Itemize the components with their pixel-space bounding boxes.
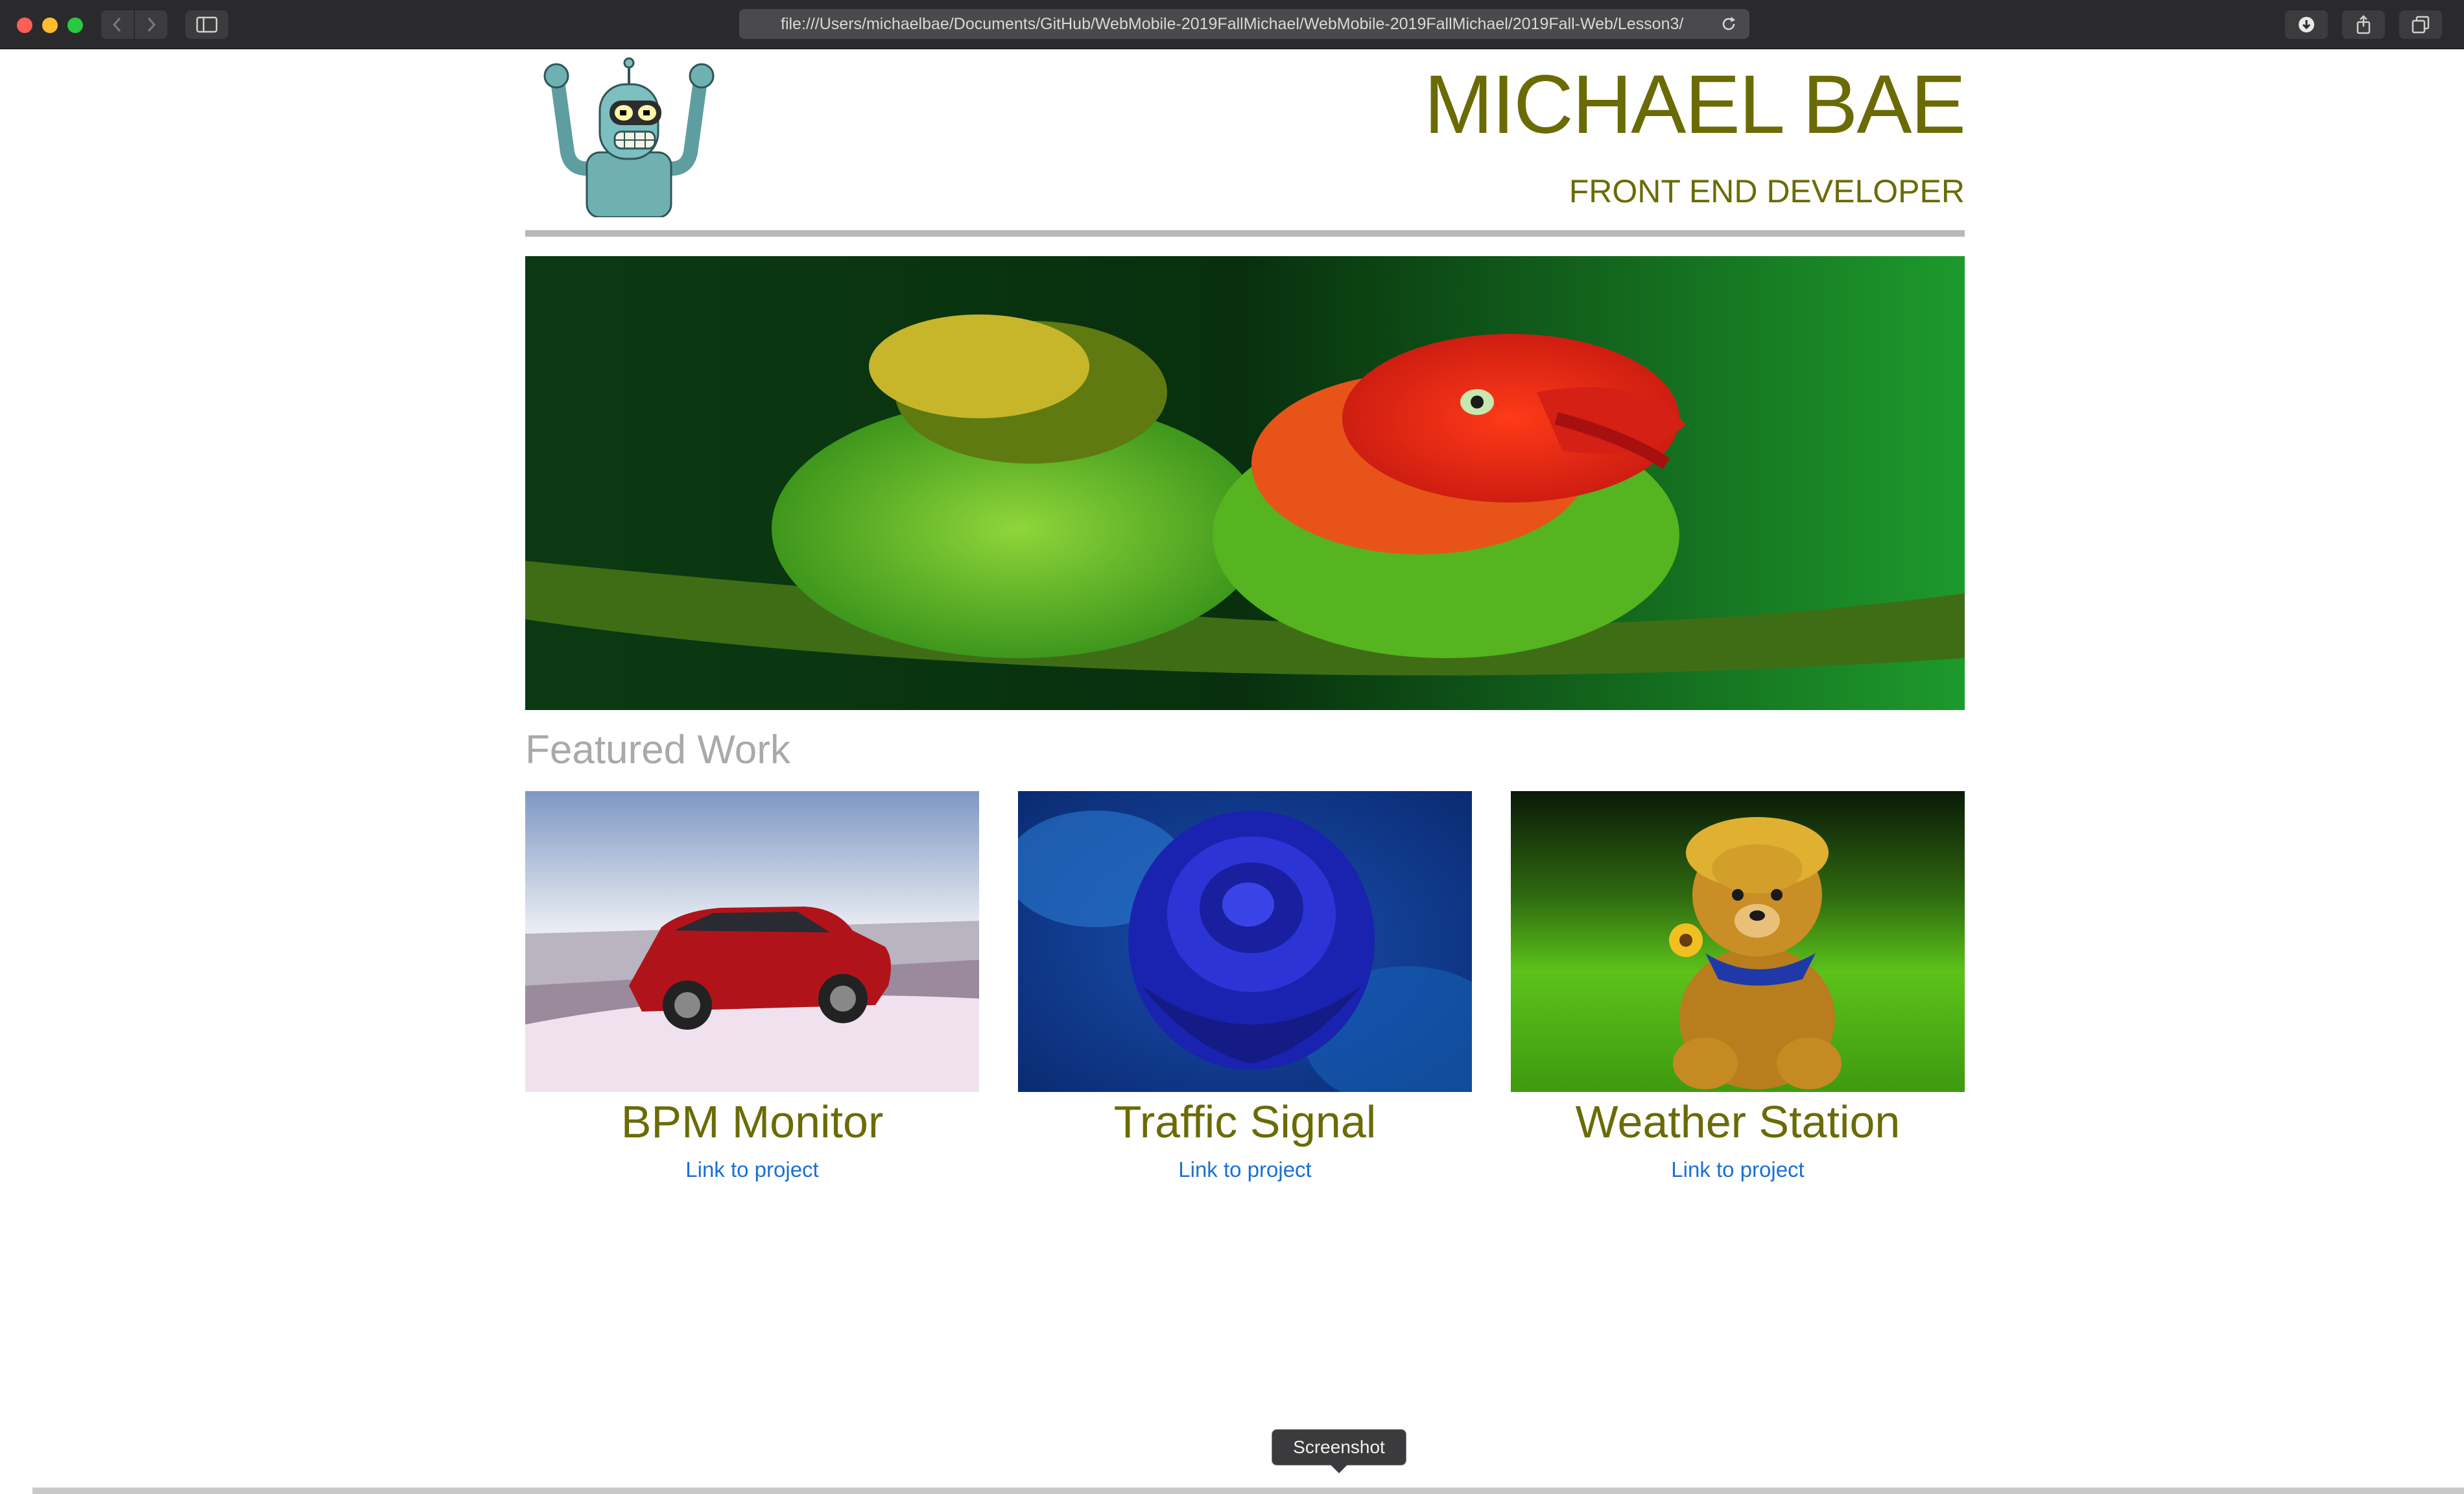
project-link[interactable]: Link to project bbox=[1671, 1157, 1804, 1182]
forward-button[interactable] bbox=[135, 10, 167, 39]
tab-overview-button[interactable] bbox=[2399, 10, 2442, 39]
site-role: FRONT END DEVELOPER bbox=[1569, 173, 1965, 209]
project-title: BPM Monitor bbox=[621, 1097, 884, 1147]
tabs-icon bbox=[2411, 16, 2430, 34]
back-button[interactable] bbox=[101, 10, 134, 39]
featured-work-title: Featured Work bbox=[525, 728, 790, 772]
robot-avatar bbox=[543, 57, 715, 217]
project-title: Traffic Signal bbox=[1113, 1097, 1377, 1147]
tooltip-arrow bbox=[1330, 1464, 1348, 1473]
project-card: Traffic Signal Link to project bbox=[1018, 791, 1472, 1182]
project-card: BPM Monitor Link to project bbox=[525, 791, 979, 1182]
window-maximize-button[interactable] bbox=[67, 18, 83, 33]
share-icon bbox=[2356, 15, 2371, 34]
downloads-button[interactable] bbox=[2285, 10, 2328, 39]
project-link[interactable]: Link to project bbox=[685, 1157, 818, 1182]
window-minimize-button[interactable] bbox=[42, 18, 58, 33]
url-text: file:///Users/michaelbae/Documents/GitHu… bbox=[781, 14, 1684, 33]
site-name: MICHAEL BAE bbox=[1424, 58, 1966, 151]
dock-edge bbox=[32, 1488, 2464, 1494]
project-card: Weather Station Link to project bbox=[1511, 791, 1965, 1182]
window-close-button[interactable] bbox=[17, 18, 32, 33]
sidebar-icon bbox=[196, 16, 218, 33]
rose-thumbnail[interactable] bbox=[1018, 791, 1472, 1092]
reload-icon[interactable] bbox=[1720, 15, 1738, 33]
forward-icon bbox=[147, 17, 156, 32]
project-link[interactable]: Link to project bbox=[1178, 1157, 1311, 1182]
address-bar[interactable]: file:///Users/michaelbae/Documents/GitHu… bbox=[739, 9, 1749, 39]
back-icon bbox=[112, 17, 121, 32]
sidebar-toggle-button[interactable] bbox=[185, 10, 228, 39]
browser-toolbar: file:///Users/michaelbae/Documents/GitHu… bbox=[0, 0, 2464, 49]
site-header: MICHAEL BAE FRONT END DEVELOPER bbox=[525, 49, 1966, 227]
project-title: Weather Station bbox=[1575, 1097, 1901, 1147]
share-button[interactable] bbox=[2342, 10, 2385, 39]
car-thumbnail[interactable] bbox=[525, 791, 979, 1092]
portfolio-page: MICHAEL BAE FRONT END DEVELOPER Featured… bbox=[525, 49, 1966, 1181]
teddy-bear-thumbnail[interactable] bbox=[1511, 791, 1965, 1092]
header-divider bbox=[525, 230, 1965, 237]
download-icon bbox=[2299, 17, 2314, 32]
hero-image bbox=[525, 256, 1965, 710]
screenshot-tooltip: Screenshot bbox=[1272, 1429, 1406, 1465]
